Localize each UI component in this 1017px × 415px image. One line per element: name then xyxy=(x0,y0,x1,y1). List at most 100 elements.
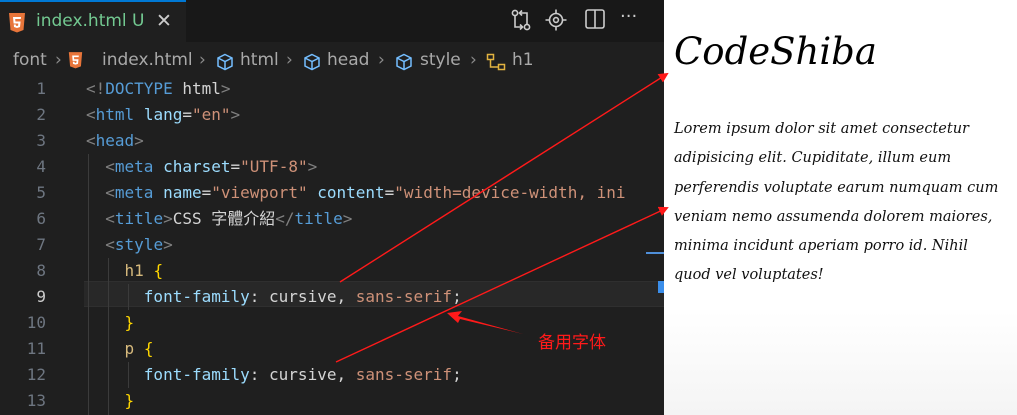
code-token: } xyxy=(124,391,135,410)
line-number: 8 xyxy=(36,261,46,280)
code-token: > xyxy=(163,235,173,254)
line-source: p { xyxy=(86,336,154,362)
code-token: { xyxy=(153,261,164,280)
code-line[interactable]: 7 <style> xyxy=(0,232,664,258)
code-line[interactable]: 1 <!DOCTYPE html> xyxy=(0,76,664,102)
code-token: content xyxy=(317,183,385,202)
code-token: > xyxy=(134,131,144,150)
code-token: html xyxy=(172,79,221,98)
code-token: { xyxy=(143,339,154,358)
code-line[interactable]: 13 } xyxy=(0,388,664,414)
browser-preview: CodeShiba Lorem ipsum dolor sit amet con… xyxy=(664,0,1017,415)
code-line[interactable]: 8 h1 { xyxy=(0,258,664,284)
code-token: title xyxy=(294,209,343,228)
line-source: <title>CSS 字體介紹</title> xyxy=(86,206,352,232)
line-source: <meta name="viewport" content="width=dev… xyxy=(86,180,625,206)
source-control-icon[interactable] xyxy=(544,8,568,36)
annotation-label: 备用字体 xyxy=(538,333,606,353)
line-source: <!DOCTYPE html> xyxy=(86,76,231,102)
code-token: html xyxy=(95,105,135,124)
line-number: 13 xyxy=(26,391,46,410)
compare-icon[interactable] xyxy=(510,8,532,36)
code-token: > xyxy=(342,209,353,228)
code-token: title xyxy=(114,209,164,228)
line-source: } xyxy=(86,310,135,336)
code-token: lang xyxy=(143,105,183,124)
chevron-right-icon: › xyxy=(286,50,293,70)
code-line[interactable]: 3 <head> xyxy=(0,128,664,154)
code-line[interactable]: 2 <html lang="en"> xyxy=(0,102,664,128)
code-token: meta xyxy=(114,183,154,202)
code-token: cursive xyxy=(269,287,337,306)
breadcrumb-item-index-html[interactable]: index.html xyxy=(102,50,193,70)
html5-icon xyxy=(68,52,83,74)
code-token: "en" xyxy=(191,105,231,124)
code-token: : xyxy=(249,365,270,384)
code-token: } xyxy=(124,313,135,332)
split-editor-icon[interactable] xyxy=(584,8,606,34)
code-token: head xyxy=(95,131,135,150)
code-line[interactable]: 9 font-family: cursive, sans-serif; xyxy=(0,284,664,310)
code-token: "width=device-width, ini xyxy=(394,183,626,202)
chevron-right-icon: › xyxy=(470,50,477,70)
tab-bar: index.html U ✕ ··· xyxy=(0,0,664,42)
html5-icon xyxy=(8,13,26,37)
close-icon[interactable]: ✕ xyxy=(156,10,172,32)
code-line[interactable]: 12 font-family: cursive, sans-serif; xyxy=(0,362,664,388)
line-number: 6 xyxy=(36,209,46,228)
breadcrumb-item-font[interactable]: font xyxy=(13,50,47,70)
more-icon[interactable]: ··· xyxy=(620,6,637,27)
line-source: <head> xyxy=(86,128,144,154)
code-token: sans-serif xyxy=(355,287,453,306)
line-number: 1 xyxy=(36,79,46,98)
line-source: <html lang="en"> xyxy=(86,102,240,128)
code-token: < xyxy=(105,235,115,254)
code-line[interactable]: 4 <meta charset="UTF-8"> xyxy=(0,154,664,180)
tree-node-icon xyxy=(486,53,506,76)
code-token: : xyxy=(249,287,270,306)
code-token: name xyxy=(163,183,202,202)
line-source: h1 { xyxy=(86,258,164,284)
tab-index-html[interactable]: index.html U ✕ xyxy=(0,0,186,42)
line-source: font-family: cursive, sans-serif; xyxy=(86,362,462,388)
breadcrumb-item-html[interactable]: html xyxy=(240,50,279,70)
code-line[interactable]: 5 <meta name="viewport" content="width=d… xyxy=(0,180,664,206)
code-token: ; xyxy=(452,287,462,306)
breadcrumb: font › index.html › html › head › style … xyxy=(0,44,664,76)
code-token: DOCTYPE xyxy=(105,79,173,98)
line-source: <meta charset="UTF-8"> xyxy=(86,154,317,180)
cube-icon xyxy=(303,53,321,76)
breadcrumb-item-h1[interactable]: h1 xyxy=(512,50,534,70)
code-token: font-family xyxy=(143,365,250,384)
breadcrumb-item-style[interactable]: style xyxy=(420,50,461,70)
code-token: < xyxy=(105,183,115,202)
line-number: 9 xyxy=(36,287,46,306)
untracked-badge: U xyxy=(132,11,145,31)
line-number: 11 xyxy=(26,339,46,358)
code-token: , xyxy=(336,287,356,306)
code-token: p xyxy=(124,339,135,358)
code-token: </ xyxy=(275,209,295,228)
code-token: ; xyxy=(452,365,462,384)
line-number: 7 xyxy=(36,235,46,254)
cube-icon xyxy=(395,53,413,76)
code-token: "viewport" xyxy=(211,183,308,202)
code-token: < xyxy=(86,131,96,150)
chevron-right-icon: › xyxy=(55,50,62,70)
code-line[interactable]: 6 <title>CSS 字體介紹</title> xyxy=(0,206,664,232)
preview-paragraph: Lorem ipsum dolor sit amet consectetur a… xyxy=(674,121,999,284)
preview-heading: CodeShiba xyxy=(674,30,877,73)
line-number: 10 xyxy=(26,313,46,332)
breadcrumb-item-head[interactable]: head xyxy=(327,50,369,70)
code-area[interactable]: 1 <!DOCTYPE html> 2 <html lang="en"> 3 <head>… xyxy=(0,76,664,415)
